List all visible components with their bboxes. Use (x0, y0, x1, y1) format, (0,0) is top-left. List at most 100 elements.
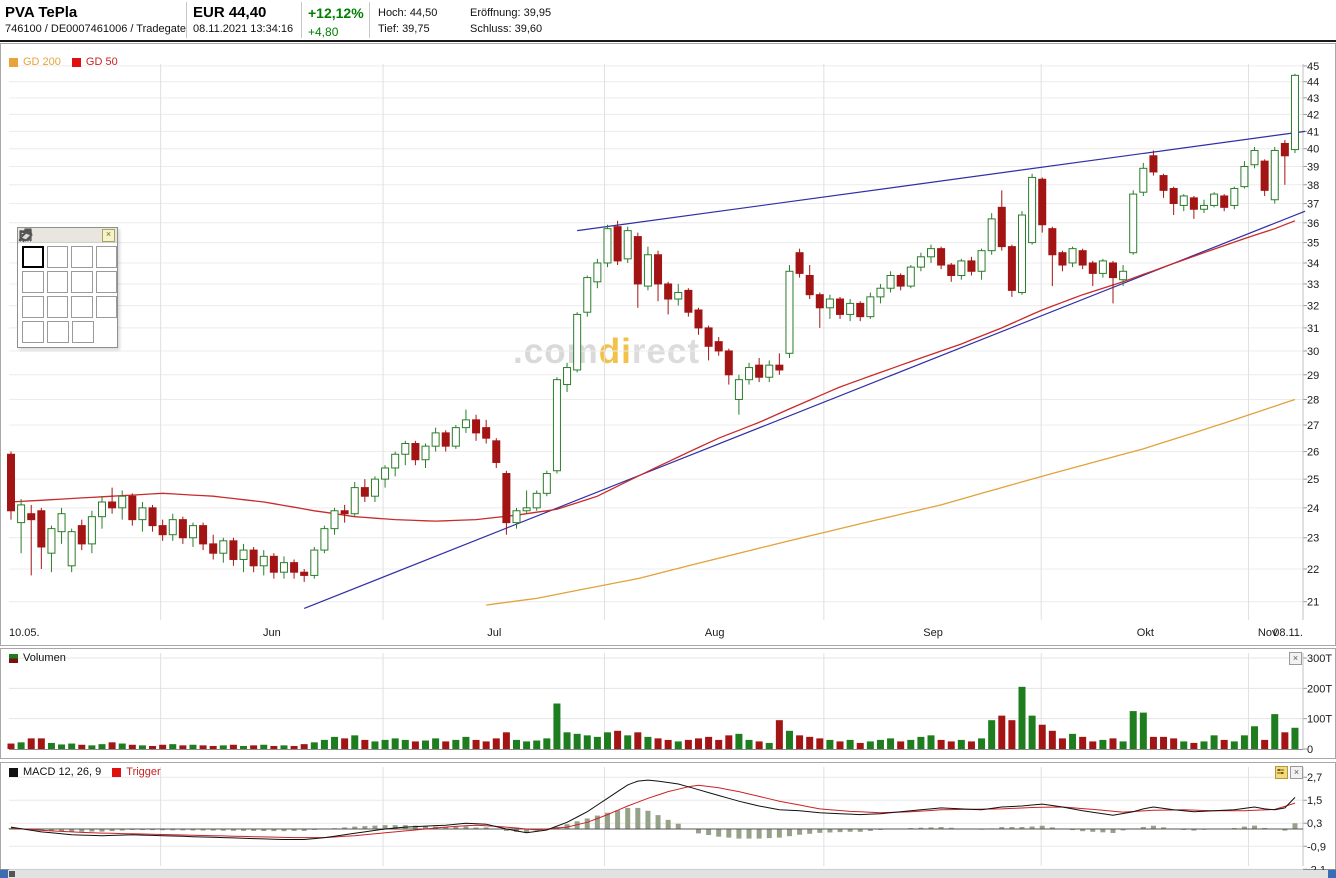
candle[interactable] (290, 562, 299, 573)
volume-bar[interactable] (765, 742, 773, 749)
candle[interactable] (1250, 149, 1259, 166)
candle[interactable] (118, 495, 127, 509)
candle[interactable] (451, 427, 460, 447)
candle[interactable] (1189, 197, 1198, 210)
candle[interactable] (87, 516, 96, 545)
candle[interactable] (108, 501, 117, 509)
candle[interactable] (77, 525, 86, 545)
candle[interactable] (17, 504, 26, 524)
candle[interactable] (229, 540, 238, 560)
volume-bar[interactable] (1048, 730, 1056, 749)
volume-bar[interactable] (1251, 726, 1259, 749)
volume-bar[interactable] (219, 745, 227, 749)
volume-bar[interactable] (270, 745, 278, 749)
volume-bar[interactable] (1069, 733, 1077, 749)
volume-bar[interactable] (583, 735, 591, 749)
volume-bar[interactable] (684, 739, 692, 749)
candle[interactable] (603, 228, 612, 264)
candle[interactable] (461, 419, 470, 429)
volume-bar[interactable] (614, 730, 622, 749)
candle[interactable] (967, 260, 976, 272)
volume-bar[interactable] (836, 741, 844, 749)
volume-bar[interactable] (603, 732, 611, 749)
candle[interactable] (532, 492, 541, 509)
candle[interactable] (1007, 246, 1016, 291)
volume-bar[interactable] (1099, 739, 1107, 749)
volume-bar[interactable] (1190, 742, 1198, 749)
tool-eraser-segment[interactable] (18, 232, 69, 343)
candle[interactable] (957, 260, 966, 276)
volume-bar[interactable] (725, 735, 733, 749)
volume-bar[interactable] (533, 740, 541, 749)
candle[interactable] (1210, 193, 1219, 206)
candle[interactable] (239, 549, 248, 560)
volume-bar[interactable] (128, 744, 136, 749)
tool-text[interactable]: T (21, 229, 44, 318)
volume-bar[interactable] (472, 739, 480, 749)
volume-bar[interactable] (1109, 738, 1117, 749)
volume-bar[interactable] (7, 743, 15, 749)
candle[interactable] (158, 525, 167, 536)
volume-bar[interactable] (331, 736, 339, 749)
candle[interactable] (148, 507, 157, 527)
volume-bar[interactable] (887, 738, 895, 749)
volume-bar[interactable] (563, 732, 571, 749)
candle[interactable] (1199, 204, 1208, 210)
volume-bar[interactable] (58, 744, 66, 749)
volume-bar[interactable] (88, 745, 96, 749)
candle[interactable] (927, 248, 936, 258)
volume-bar[interactable] (422, 740, 430, 749)
volume-bar[interactable] (1058, 738, 1066, 749)
volume-bar[interactable] (1028, 715, 1036, 749)
candle[interactable] (1098, 260, 1107, 274)
volume-bar[interactable] (998, 715, 1006, 749)
candle[interactable] (704, 327, 713, 347)
candle[interactable] (563, 367, 572, 386)
candle[interactable] (795, 252, 804, 274)
candle[interactable] (97, 501, 106, 518)
volume-bar[interactable] (1089, 741, 1097, 749)
volume-bar[interactable] (553, 703, 561, 749)
candle[interactable] (512, 510, 521, 524)
candle[interactable] (300, 571, 309, 576)
candle[interactable] (330, 510, 339, 530)
volume-bar[interactable] (98, 744, 106, 749)
candle[interactable] (775, 364, 784, 371)
candle[interactable] (249, 549, 258, 567)
candle[interactable] (654, 254, 663, 285)
candle[interactable] (411, 442, 420, 461)
candle[interactable] (502, 473, 511, 524)
candle[interactable] (381, 467, 390, 480)
candle[interactable] (573, 313, 582, 371)
candle[interactable] (1169, 187, 1178, 205)
candle[interactable] (1129, 193, 1138, 254)
candle[interactable] (1018, 214, 1026, 294)
volume-bar[interactable] (1261, 739, 1269, 749)
volume-bar[interactable] (209, 745, 217, 749)
candle[interactable] (593, 262, 602, 283)
volume-bar[interactable] (1008, 720, 1016, 749)
volume-bar[interactable] (876, 739, 884, 749)
candle[interactable] (168, 519, 177, 536)
volume-bar[interactable] (705, 736, 713, 749)
candle[interactable] (188, 525, 197, 539)
candle[interactable] (1220, 195, 1229, 208)
volume-bar[interactable] (452, 739, 460, 749)
volume-bar[interactable] (907, 739, 915, 749)
volume-bar[interactable] (1271, 714, 1279, 749)
candle[interactable] (199, 525, 208, 545)
candle[interactable] (1149, 155, 1158, 173)
candle[interactable] (734, 379, 743, 400)
candle[interactable] (724, 350, 733, 376)
volume-bar[interactable] (179, 745, 187, 749)
tool-trend-line[interactable] (19, 229, 44, 268)
volume-bar[interactable] (1200, 741, 1208, 749)
macd-chart-canvas[interactable]: 2,7 1,5 0,3 -0,9 -2,1 (1, 763, 1335, 870)
volume-bar[interactable] (745, 739, 753, 749)
volume-bar[interactable] (1149, 736, 1157, 749)
volume-bar[interactable] (401, 739, 409, 749)
volume-bar[interactable] (118, 743, 126, 749)
candle[interactable] (360, 487, 369, 497)
volume-bar[interactable] (735, 733, 743, 749)
volume-bar[interactable] (1018, 686, 1026, 749)
